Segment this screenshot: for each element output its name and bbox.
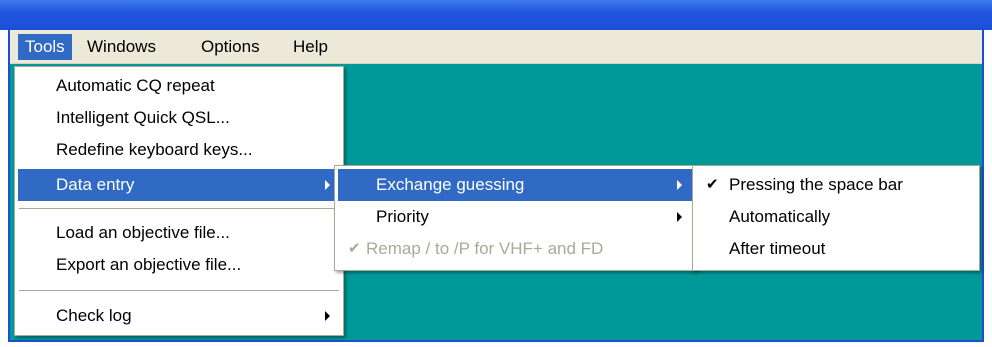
menu-tools[interactable]: Tools <box>18 34 72 60</box>
menu-item-priority[interactable]: Priority <box>338 201 692 233</box>
exchange-guessing-submenu: ✔ Pressing the space bar Automatically A… <box>692 165 980 271</box>
menu-item-load-objective-file[interactable]: Load an objective file... <box>18 217 340 249</box>
menu-item-label: Redefine keyboard keys... <box>56 140 253 159</box>
menu-item-export-objective-file[interactable]: Export an objective file... <box>18 249 340 281</box>
menu-help[interactable]: Help <box>286 34 335 60</box>
menu-item-label: Load an objective file... <box>56 223 230 242</box>
menu-item-data-entry[interactable]: Data entry <box>18 169 340 201</box>
menu-item-label: Remap / to /P for VHF+ and FD <box>366 239 604 258</box>
check-icon: ✔ <box>348 240 361 257</box>
menu-item-label: Pressing the space bar <box>729 175 903 194</box>
menu-item-exchange-guessing[interactable]: Exchange guessing <box>338 169 692 201</box>
menu-separator <box>19 208 339 209</box>
menu-item-label: Check log <box>56 306 132 325</box>
tools-menu: Automatic CQ repeat Intelligent Quick QS… <box>14 66 344 336</box>
menu-item-remap-vhf-fd[interactable]: ✔ Remap / to /P for VHF+ and FD <box>338 233 692 265</box>
menu-item-redefine-keyboard-keys[interactable]: Redefine keyboard keys... <box>18 134 340 166</box>
menu-item-automatically[interactable]: Automatically <box>696 201 976 233</box>
menu-item-automatic-cq-repeat[interactable]: Automatic CQ repeat <box>18 70 340 102</box>
menu-item-after-timeout[interactable]: After timeout <box>696 233 976 265</box>
menu-item-label: Automatically <box>729 207 831 226</box>
menu-item-intelligent-quick-qsl[interactable]: Intelligent Quick QSL... <box>18 102 340 134</box>
submenu-arrow-icon <box>677 180 682 190</box>
menu-separator <box>19 290 339 291</box>
menu-item-label: Export an objective file... <box>56 255 242 274</box>
submenu-arrow-icon <box>325 180 330 190</box>
menu-item-label: Priority <box>376 207 429 226</box>
submenu-arrow-icon <box>325 311 330 321</box>
menu-item-pressing-space-bar[interactable]: ✔ Pressing the space bar <box>696 169 976 201</box>
menu-item-label: Intelligent Quick QSL... <box>56 108 230 127</box>
menu-item-label: After timeout <box>729 239 826 258</box>
title-bar[interactable] <box>0 0 992 30</box>
app-window: Tools Windows Options Help Automatic CQ … <box>0 0 992 347</box>
menu-item-label: Automatic CQ repeat <box>56 76 215 95</box>
menu-bar: Tools Windows Options Help <box>10 30 982 64</box>
menu-options[interactable]: Options <box>194 34 267 60</box>
menu-item-label: Data entry <box>56 175 135 194</box>
data-entry-submenu: Exchange guessing Priority ✔ Remap / to … <box>334 165 696 271</box>
menu-item-label: Exchange guessing <box>376 175 525 194</box>
submenu-arrow-icon <box>677 212 682 222</box>
menu-item-check-log[interactable]: Check log <box>18 300 340 332</box>
menu-windows[interactable]: Windows <box>80 34 163 60</box>
check-icon: ✔ <box>706 176 719 193</box>
